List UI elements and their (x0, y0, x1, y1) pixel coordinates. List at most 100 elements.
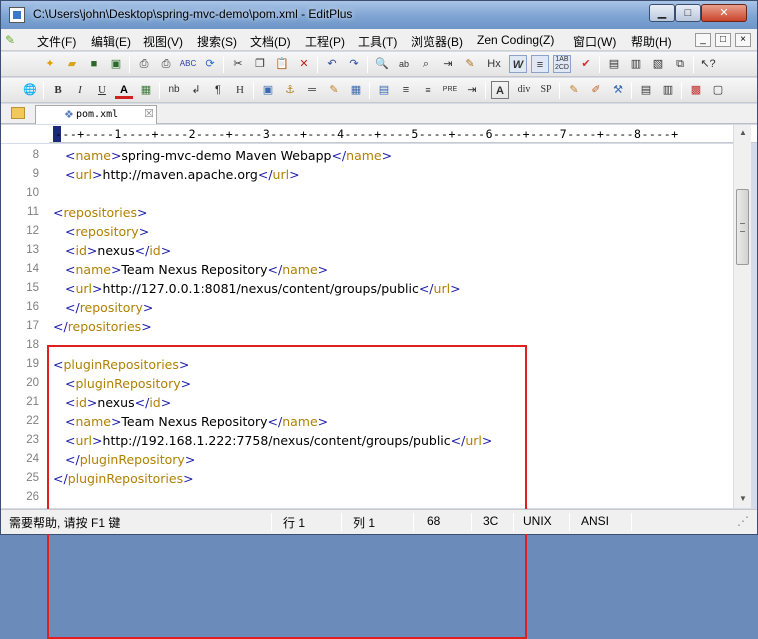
cut-icon[interactable]: ✂ (229, 55, 247, 73)
goto-line-icon[interactable]: ⇥ (439, 55, 457, 73)
code-line[interactable]: 8 <name>spring-mvc-demo Maven Webapp</nam… (1, 147, 733, 166)
paragraph-icon[interactable]: ¶ (209, 81, 227, 99)
new-file-icon[interactable]: ✦ (41, 55, 59, 73)
full-screen-icon[interactable]: ⧉ (671, 55, 689, 73)
code-line[interactable]: 16 </repository> (1, 299, 733, 318)
code-line[interactable]: 12 <repository> (1, 223, 733, 242)
menu-view[interactable]: 视图(V) (143, 33, 183, 50)
print-preview-icon[interactable]: ⎙ (135, 55, 153, 73)
editplus-app-icon[interactable] (9, 7, 25, 23)
scroll-down-arrow-icon[interactable]: ▼ (734, 491, 752, 507)
nbsp-icon[interactable]: nb (165, 81, 183, 99)
output-icon[interactable]: ▧ (649, 55, 667, 73)
open-folder-icon[interactable]: ▰ (63, 55, 81, 73)
code-line[interactable]: 17 </repositories> (1, 318, 733, 337)
frame-icon[interactable]: ▤ (637, 81, 655, 99)
code-line[interactable]: 23 <url>http://192.168.1.222:7758/nexus/c… (1, 432, 733, 451)
code-line[interactable]: 13 <id>nexus</id> (1, 242, 733, 261)
context-help-icon[interactable]: ↖? (699, 55, 717, 73)
code-editor[interactable]: 8 <name>spring-mvc-demo Maven Webapp</nam… (1, 144, 733, 508)
code-line[interactable]: 25 </pluginRepositories> (1, 470, 733, 489)
save-all-icon[interactable]: ▣ (107, 55, 125, 73)
anchor-icon[interactable]: ⚓ (281, 81, 299, 99)
redo-icon[interactable]: ↷ (345, 55, 363, 73)
clear-format-icon[interactable]: ✐ (587, 81, 605, 99)
hx-icon[interactable]: Hx (485, 55, 503, 73)
code-line[interactable]: 26 (1, 489, 733, 508)
code-line[interactable]: 15 <url>http://127.0.0.1:8081/nexus/conte… (1, 280, 733, 299)
menu-search[interactable]: 搜索(S) (197, 33, 237, 50)
heading-icon[interactable]: H (231, 81, 249, 99)
save-icon[interactable]: ■ (85, 55, 103, 73)
entity-icon[interactable]: A (491, 81, 509, 99)
check-icon[interactable]: ✔ (577, 55, 595, 73)
mdi-close-button[interactable]: × (735, 33, 751, 47)
color-picker-icon[interactable]: ▦ (137, 81, 155, 99)
maximize-button[interactable]: □ (675, 4, 701, 22)
undo-icon[interactable]: ↶ (323, 55, 341, 73)
mdi-restore-button[interactable]: □ (715, 33, 731, 47)
table-icon[interactable]: ▦ (347, 81, 365, 99)
code-line[interactable]: 14 <name>Team Nexus Repository</name> (1, 261, 733, 280)
menu-project[interactable]: 工程(P) (305, 33, 345, 50)
tab-pom-xml[interactable]: ❖ pom.xml ☒ (35, 105, 157, 124)
delete-icon[interactable]: ✕ (295, 55, 313, 73)
code-line[interactable]: 19 <pluginRepositories> (1, 356, 733, 375)
color-palette-icon[interactable]: ▩ (687, 81, 705, 99)
browser-globe-icon[interactable]: 🌐 (21, 81, 39, 99)
template-icon[interactable]: ▥ (659, 81, 677, 99)
folder-icon[interactable] (11, 107, 25, 119)
title-bar[interactable]: C:\Users\john\Desktop\spring-mvc-demo\po… (1, 1, 757, 29)
scroll-thumb[interactable] (736, 189, 749, 265)
bold-icon[interactable]: B (49, 81, 67, 99)
menu-document[interactable]: 文档(D) (250, 33, 291, 50)
menu-zen-coding[interactable]: Zen Coding(Z) (477, 33, 554, 47)
refresh-icon[interactable]: ⟳ (201, 55, 219, 73)
menu-file[interactable]: 文件(F) (37, 33, 76, 50)
code-line[interactable]: 21 <id>nexus</id> (1, 394, 733, 413)
code-line[interactable]: 20 <pluginRepository> (1, 375, 733, 394)
menu-help[interactable]: 帮助(H) (631, 33, 672, 50)
form-icon[interactable]: ▤ (375, 81, 393, 99)
ruler-icon[interactable]: ≡ (531, 55, 549, 73)
close-button[interactable]: ✕ (701, 4, 747, 22)
print-icon[interactable]: ⎙ (157, 55, 175, 73)
code-line[interactable]: 10 (1, 185, 733, 204)
line-number-icon[interactable]: 1AB 2CD (553, 55, 571, 73)
menu-edit[interactable]: 编辑(E) (91, 33, 131, 50)
paste-icon[interactable]: 📋 (273, 55, 291, 73)
horizontal-rule-icon[interactable]: ═ (303, 81, 321, 99)
spell-check-icon[interactable]: ABC (179, 55, 197, 73)
scroll-up-arrow-icon[interactable]: ▲ (734, 125, 752, 141)
style-icon[interactable]: ✎ (565, 81, 583, 99)
replace-icon[interactable]: ab (395, 55, 413, 73)
code-line[interactable]: 11 <repositories> (1, 204, 733, 223)
font-color-icon[interactable]: A (115, 81, 133, 99)
close-tab-icon[interactable]: ☒ (144, 107, 154, 120)
tools-icon[interactable]: ⚒ (609, 81, 627, 99)
copy-icon[interactable]: ❐ (251, 55, 269, 73)
image-icon[interactable]: ▣ (259, 81, 277, 99)
list-icon[interactable]: ≡ (419, 81, 437, 99)
code-line[interactable]: 9 <url>http://maven.apache.org</url> (1, 166, 733, 185)
italic-icon[interactable]: I (71, 81, 89, 99)
cliptext-icon[interactable]: ▤ (605, 55, 623, 73)
line-break-icon[interactable]: ↲ (187, 81, 205, 99)
resize-grip-icon[interactable]: ⋰ (737, 514, 749, 528)
directory-icon[interactable]: ▥ (627, 55, 645, 73)
mdi-minimize-button[interactable]: _ (695, 33, 711, 47)
html-toolbar-icon[interactable]: ✎ (461, 55, 479, 73)
code-line[interactable]: 24 </pluginRepository> (1, 451, 733, 470)
code-line[interactable]: 22 <name>Team Nexus Repository</name> (1, 413, 733, 432)
menu-browser[interactable]: 浏览器(B) (411, 33, 463, 50)
find-in-files-icon[interactable]: ⌕ (417, 55, 435, 73)
span-icon[interactable]: SP (537, 81, 555, 99)
underline-icon[interactable]: U (93, 81, 111, 99)
menu-tools[interactable]: 工具(T) (358, 33, 397, 50)
menu-window[interactable]: 窗口(W) (573, 33, 616, 50)
minimize-button[interactable]: ▁ (649, 4, 675, 22)
div-icon[interactable]: div (515, 81, 533, 99)
preformatted-icon[interactable]: PRE (441, 81, 459, 99)
indent-icon[interactable]: ⇥ (463, 81, 481, 99)
find-icon[interactable]: 🔍 (373, 55, 391, 73)
